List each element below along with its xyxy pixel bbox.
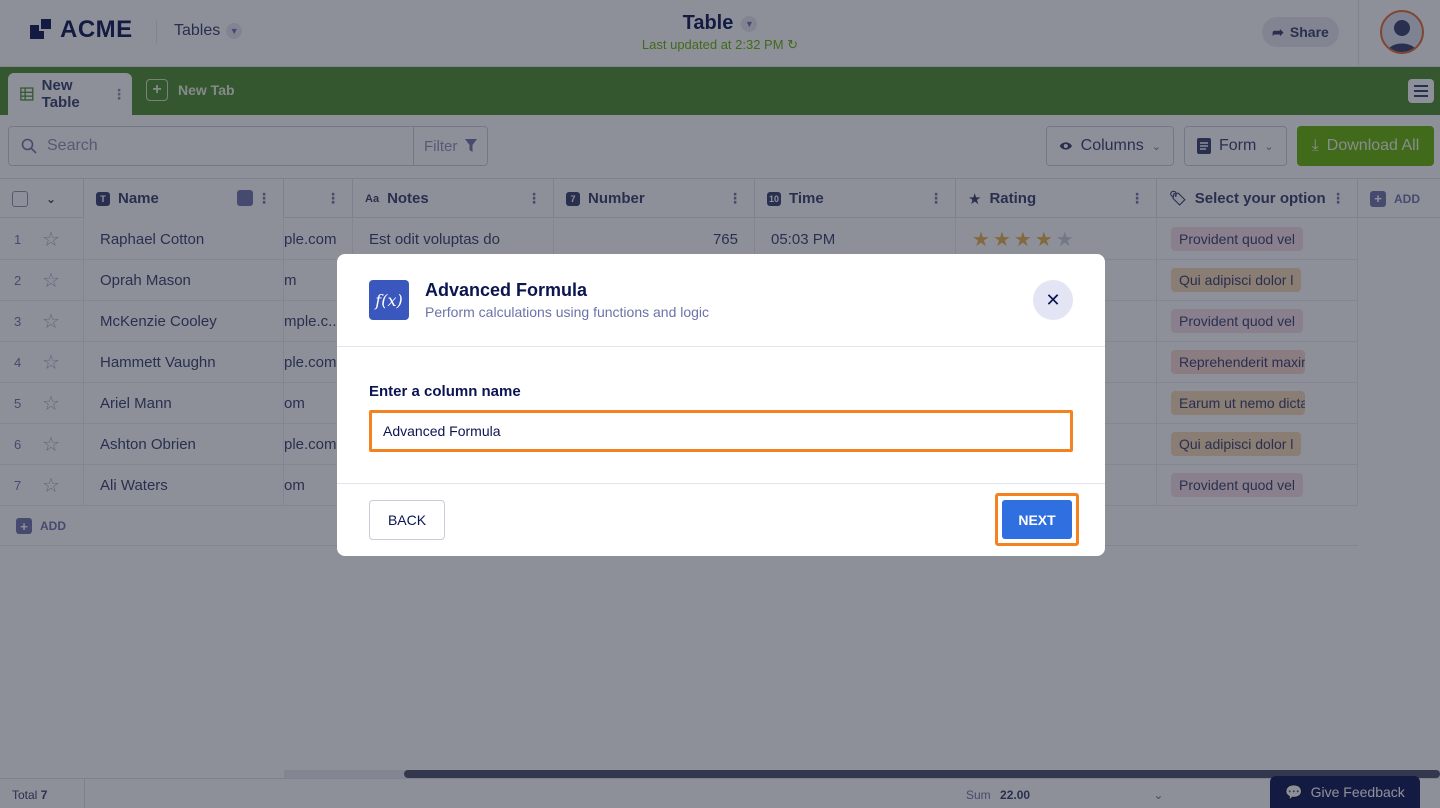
formula-fx-icon: f(x) xyxy=(369,280,409,320)
next-button[interactable]: NEXT xyxy=(1002,500,1072,539)
dialog-title: Advanced Formula xyxy=(425,280,588,300)
dialog-subtitle: Perform calculations using functions and… xyxy=(425,304,710,320)
back-button[interactable]: BACK xyxy=(369,500,445,540)
column-name-label: Enter a column name xyxy=(369,383,521,400)
advanced-formula-dialog: f(x) Advanced Formula Perform calculatio… xyxy=(337,254,1105,556)
dialog-divider xyxy=(337,483,1105,484)
dialog-divider xyxy=(337,346,1105,347)
close-icon: ✕ xyxy=(1045,289,1061,310)
column-name-input[interactable] xyxy=(369,410,1073,452)
next-button-highlight: NEXT xyxy=(995,493,1079,546)
close-button[interactable]: ✕ xyxy=(1033,280,1073,320)
